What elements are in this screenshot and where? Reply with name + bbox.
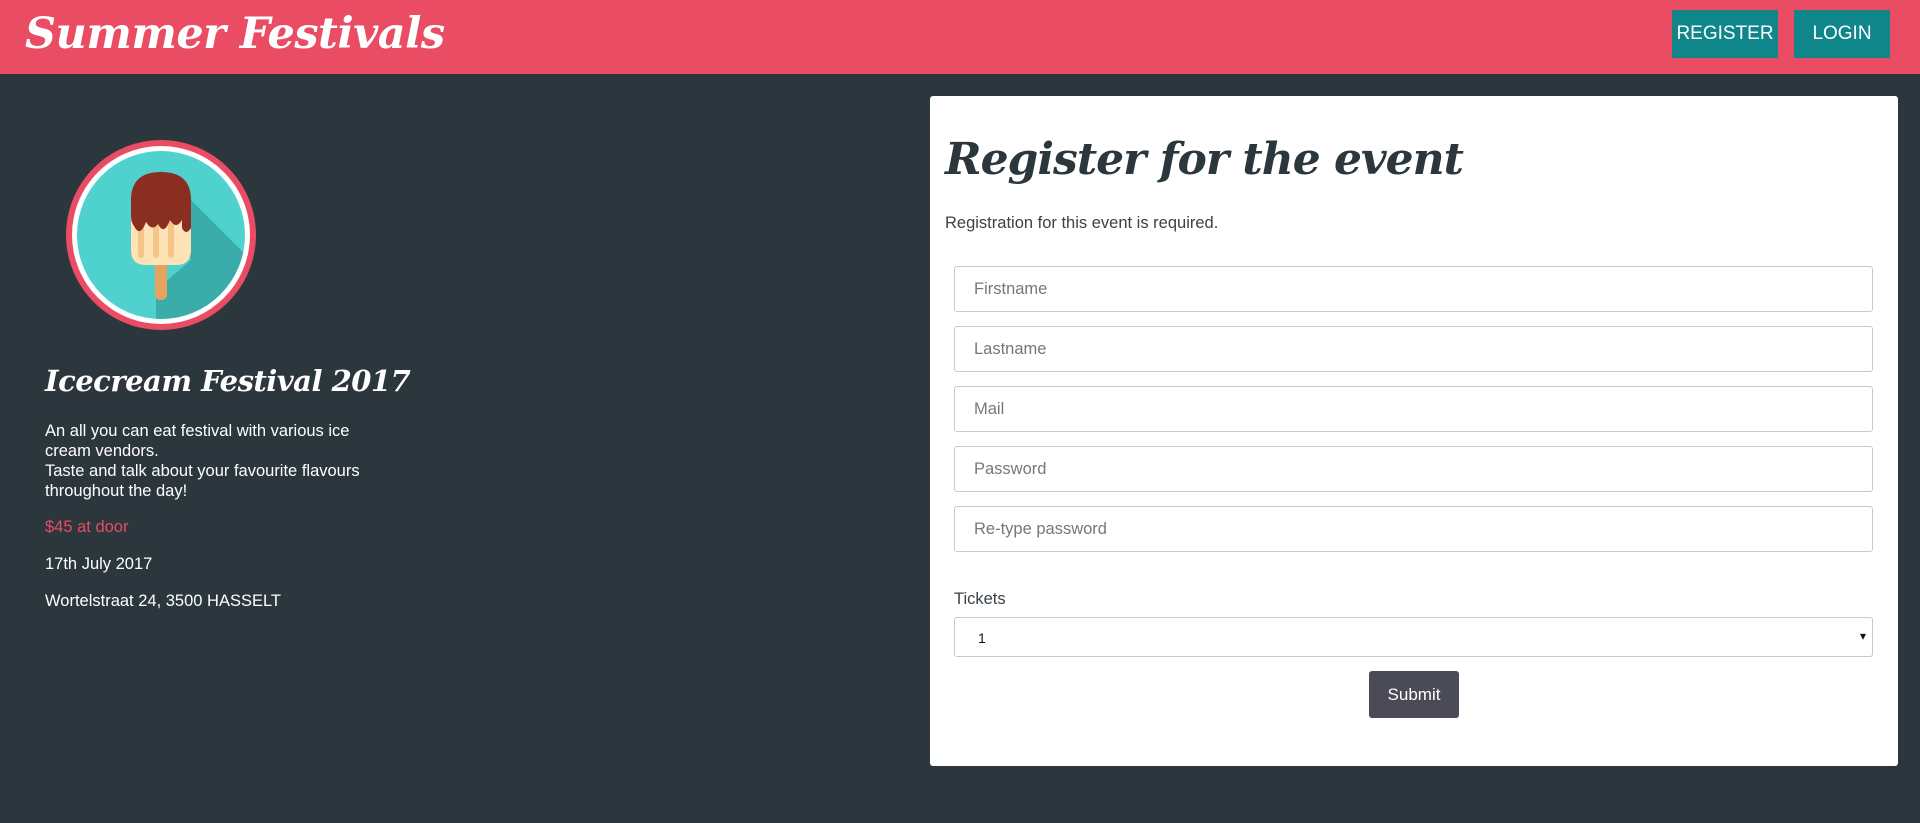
event-description-line: An all you can eat festival with various… <box>45 422 350 460</box>
password-field[interactable] <box>954 446 1873 492</box>
registration-card: Register for the event Registration for … <box>930 96 1898 766</box>
event-price: $45 at door <box>45 518 129 536</box>
firstname-field[interactable] <box>954 266 1873 312</box>
tickets-select[interactable]: 1 ▾ <box>954 617 1873 657</box>
event-address: Wortelstraat 24, 3500 HASSELT <box>45 592 282 610</box>
mail-field[interactable] <box>954 386 1873 432</box>
tickets-label: Tickets <box>954 590 1006 608</box>
login-nav-button[interactable]: LOGIN <box>1794 10 1890 58</box>
tickets-selected-value: 1 <box>978 630 986 646</box>
event-description-line: Taste and talk about your favourite flav… <box>45 462 360 500</box>
popsicle-icon <box>66 140 256 330</box>
event-date: 17th July 2017 <box>45 555 153 573</box>
registration-subtitle: Registration for this event is required. <box>945 214 1219 232</box>
retype-password-field[interactable] <box>954 506 1873 552</box>
event-description: An all you can eat festival with various… <box>45 421 385 501</box>
registration-title: Register for the event <box>945 134 1464 185</box>
top-navbar: Summer Festivals REGISTER LOGIN <box>0 0 1920 74</box>
submit-button[interactable]: Submit <box>1369 671 1459 718</box>
register-nav-button[interactable]: REGISTER <box>1672 10 1778 58</box>
chevron-down-icon: ▾ <box>1859 629 1866 643</box>
event-title: Icecream Festival 2017 <box>45 364 411 398</box>
lastname-field[interactable] <box>954 326 1873 372</box>
brand-logo-text[interactable]: Summer Festivals <box>25 8 445 60</box>
